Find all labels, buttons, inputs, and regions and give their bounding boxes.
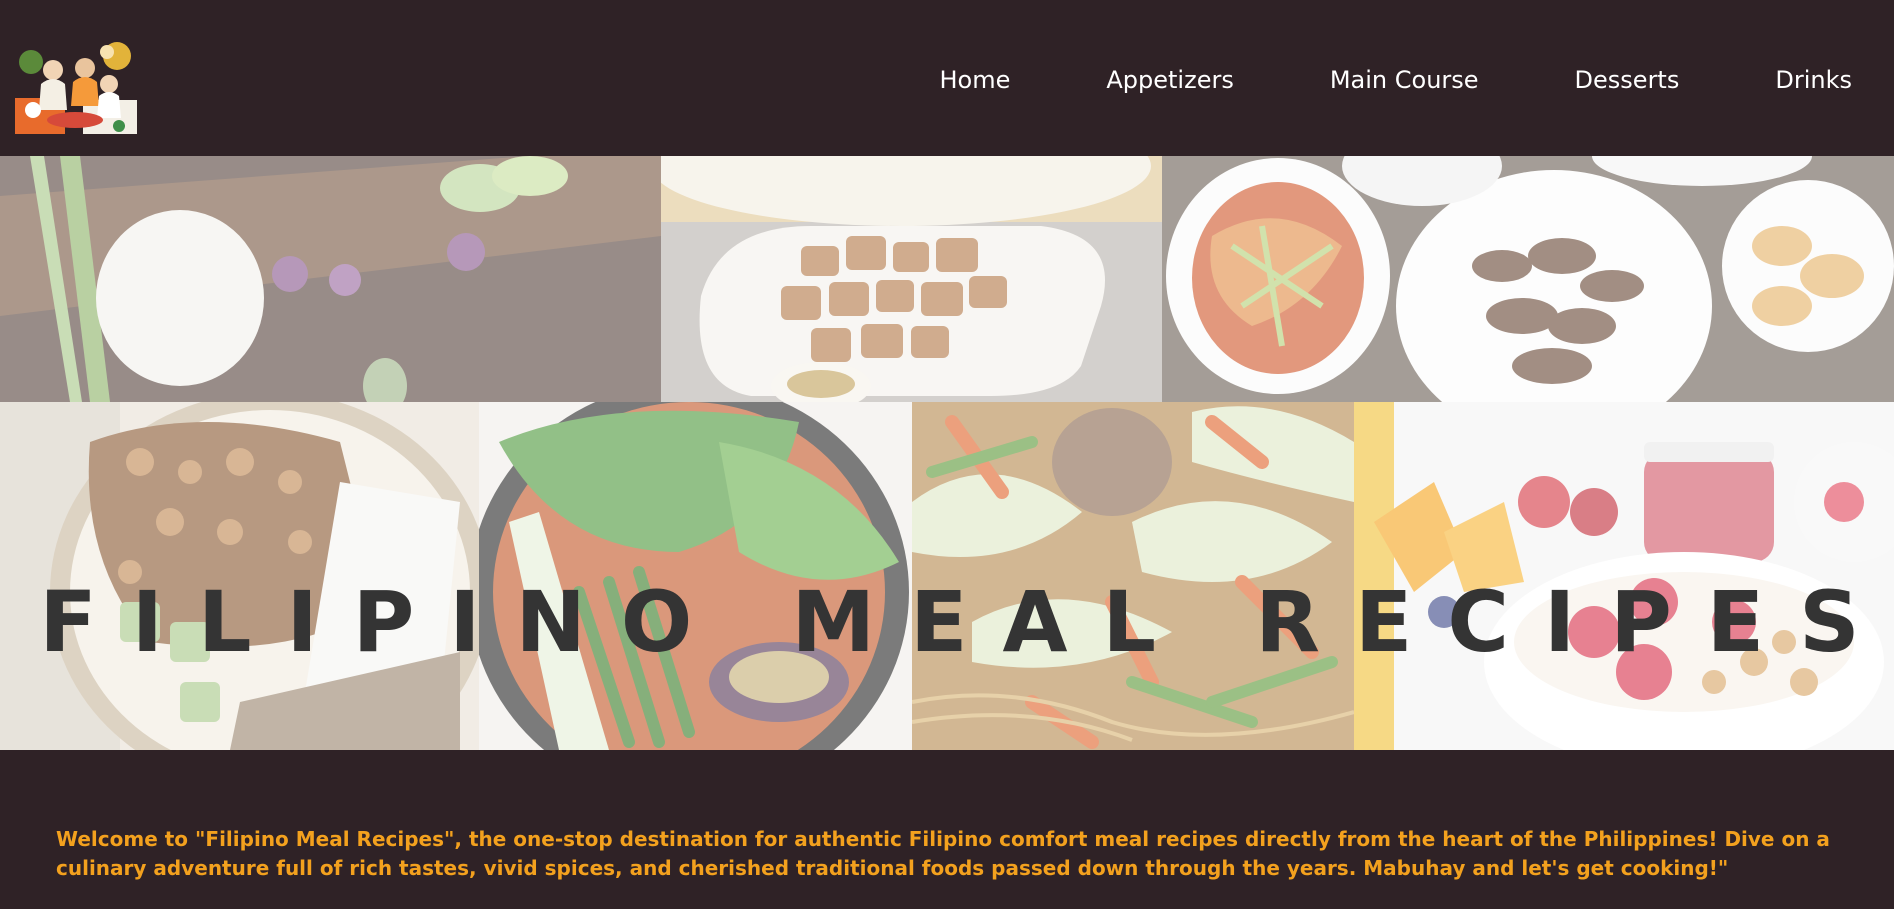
- main-nav: Home Appetizers Main Course Desserts Dri…: [939, 62, 1852, 98]
- site-header: Home Appetizers Main Course Desserts Dri…: [0, 0, 1894, 156]
- hero-title: FILIPINO MEAL RECIPES: [39, 573, 1894, 671]
- site-logo-icon[interactable]: [13, 40, 139, 136]
- welcome-text: Welcome to "Filipino Meal Recipes", the …: [56, 827, 1830, 880]
- page: Home Appetizers Main Course Desserts Dri…: [0, 0, 1894, 909]
- rice-and-vegetables-photo: [0, 156, 661, 402]
- nav-drinks[interactable]: Drinks: [1775, 62, 1852, 98]
- nav-appetizers[interactable]: Appetizers: [1106, 62, 1233, 98]
- crispy-pork-belly-photo: [661, 156, 1162, 402]
- nav-home[interactable]: Home: [939, 62, 1010, 98]
- papaya-salad-and-grilled-meat-photo: [1162, 156, 1894, 402]
- nav-main-course[interactable]: Main Course: [1330, 62, 1479, 98]
- hero-collage: FILIPINO MEAL RECIPES: [0, 156, 1894, 750]
- nav-desserts[interactable]: Desserts: [1575, 62, 1680, 98]
